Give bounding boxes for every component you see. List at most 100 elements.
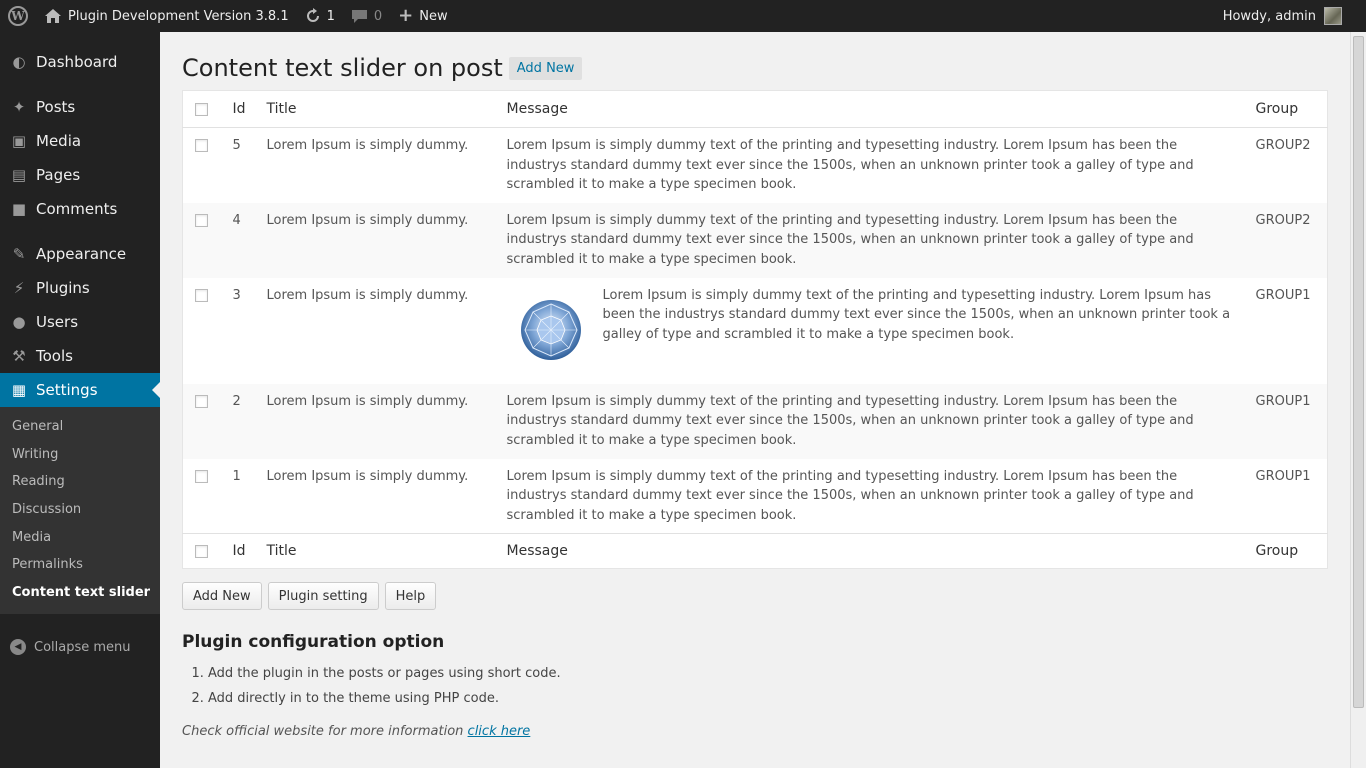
submenu-content-text-slider[interactable]: Content text slider xyxy=(0,579,160,607)
select-all-footer-cell xyxy=(182,533,223,569)
site-title: Plugin Development Version 3.8.1 xyxy=(68,8,289,24)
new-content-link[interactable]: + New xyxy=(390,0,455,32)
main-content: Content text slider on post Add New Id T… xyxy=(182,32,1328,739)
menu-label: Settings xyxy=(36,381,98,399)
slider-list-table: Id Title Message Group 5 Lorem Ipsum is … xyxy=(182,90,1328,569)
refresh-icon xyxy=(306,8,319,22)
add-new-button[interactable]: Add New xyxy=(182,582,262,610)
select-all-checkbox[interactable] xyxy=(195,102,208,116)
config-heading: Plugin configuration option xyxy=(182,632,445,652)
row-checkbox[interactable] xyxy=(195,394,208,408)
config-note: Check official website for more informat… xyxy=(182,724,1328,739)
comment-icon: ■ xyxy=(11,200,27,218)
menu-pages[interactable]: ▤ Pages xyxy=(0,158,160,192)
site-name-link[interactable]: Plugin Development Version 3.8.1 xyxy=(36,0,297,32)
menu-posts[interactable]: ✦ Posts xyxy=(0,90,160,124)
plugin-setting-button[interactable]: Plugin setting xyxy=(267,582,379,610)
comments-count: 0 xyxy=(373,8,383,24)
submenu-reading[interactable]: Reading xyxy=(0,468,160,496)
howdy-text: Howdy, admin xyxy=(1222,8,1316,24)
menu-label: Posts xyxy=(36,98,76,116)
row-checkbox-cell xyxy=(183,278,223,384)
submenu-general[interactable]: General xyxy=(0,413,160,441)
row-checkbox-cell xyxy=(183,203,223,278)
wordpress-logo-menu[interactable]: W xyxy=(0,0,36,32)
collapse-menu-button[interactable]: ◀ Collapse menu xyxy=(0,632,160,662)
row-checkbox-cell xyxy=(183,384,223,459)
row-message: Lorem Ipsum is simply dummy text of the … xyxy=(602,287,1231,342)
my-account-menu[interactable]: Howdy, admin xyxy=(1223,7,1366,25)
row-checkbox[interactable] xyxy=(195,469,208,483)
menu-tools[interactable]: ⚒ Tools xyxy=(0,339,160,373)
user-icon: ● xyxy=(12,313,26,331)
select-all-footer-checkbox[interactable] xyxy=(195,544,208,558)
row-checkbox[interactable] xyxy=(195,139,208,152)
wrench-icon: ⚒ xyxy=(12,347,26,365)
menu-comments[interactable]: ■ Comments xyxy=(0,192,160,226)
updates-count: 1 xyxy=(326,8,335,24)
menu-dashboard[interactable]: ◐ Dashboard xyxy=(0,45,160,79)
avatar xyxy=(1324,7,1342,25)
row-group: GROUP1 xyxy=(1255,468,1311,484)
table-row: 3 Lorem Ipsum is simply dummy. Lorem Ips… xyxy=(183,278,1328,384)
config-step: Add the plugin in the posts or pages usi… xyxy=(208,666,1328,691)
menu-label: Comments xyxy=(36,200,118,218)
footer-header-id[interactable]: Id xyxy=(222,533,257,569)
row-message-cell: Lorem Ipsum is simply dummy text of the … xyxy=(497,278,1246,384)
row-title: Lorem Ipsum is simply dummy. xyxy=(266,468,469,484)
menu-appearance[interactable]: ✎ Appearance xyxy=(0,237,160,271)
menu-plugins[interactable]: ⚡ Plugins xyxy=(0,271,160,305)
menu-label: Tools xyxy=(36,347,73,365)
column-header-message[interactable]: Message xyxy=(496,90,1246,128)
config-step: Add directly in to the theme using PHP c… xyxy=(208,691,1328,716)
footer-header-title[interactable]: Title xyxy=(256,533,497,569)
page-scrollbar[interactable] xyxy=(1350,32,1366,768)
column-header-title[interactable]: Title xyxy=(256,90,497,128)
help-button[interactable]: Help xyxy=(384,582,437,610)
column-header-id[interactable]: Id xyxy=(222,90,257,128)
settings-icon: ▦ xyxy=(11,381,27,399)
row-title: Lorem Ipsum is simply dummy. xyxy=(266,212,469,228)
action-buttons: Add New Plugin setting Help xyxy=(182,582,1328,610)
row-checkbox[interactable] xyxy=(195,288,208,302)
settings-submenu: General Writing Reading Discussion Media… xyxy=(0,407,160,615)
row-id: 5 xyxy=(232,138,241,153)
row-title: Lorem Ipsum is simply dummy. xyxy=(266,287,469,303)
menu-users[interactable]: ● Users xyxy=(0,305,160,339)
footer-header-message[interactable]: Message xyxy=(496,533,1246,569)
row-checkbox[interactable] xyxy=(195,213,208,227)
row-checkbox-cell xyxy=(183,459,223,534)
column-header-group[interactable]: Group xyxy=(1245,90,1328,128)
admin-bar: W Plugin Development Version 3.8.1 1 0 +… xyxy=(0,0,1366,32)
row-title: Lorem Ipsum is simply dummy. xyxy=(266,393,469,409)
menu-settings[interactable]: ▦ Settings xyxy=(0,373,160,407)
footer-header-group[interactable]: Group xyxy=(1245,533,1328,569)
table-footer-row: Id Title Message Group xyxy=(182,533,1328,569)
menu-media[interactable]: ▣ Media xyxy=(0,124,160,158)
submenu-permalinks[interactable]: Permalinks xyxy=(0,551,160,579)
message-with-image: Lorem Ipsum is simply dummy text of the … xyxy=(507,286,1236,374)
comment-icon xyxy=(351,9,367,23)
row-id: 4 xyxy=(232,212,241,228)
official-website-link[interactable]: click here xyxy=(468,724,531,739)
plus-icon: + xyxy=(398,5,414,26)
row-group: GROUP2 xyxy=(1255,212,1311,228)
dashboard-icon: ◐ xyxy=(12,53,26,71)
menu-label: Users xyxy=(36,313,79,331)
scrollbar-thumb[interactable] xyxy=(1353,36,1364,708)
updates-link[interactable]: 1 xyxy=(297,0,343,32)
table-row: 1 Lorem Ipsum is simply dummy. Lorem Ips… xyxy=(183,459,1328,534)
add-new-header-button[interactable]: Add New xyxy=(508,56,583,80)
wordpress-logo-icon: W xyxy=(8,6,28,26)
row-message: Lorem Ipsum is simply dummy text of the … xyxy=(506,138,1194,192)
menu-label: Media xyxy=(36,132,82,150)
row-message: Lorem Ipsum is simply dummy text of the … xyxy=(506,212,1194,267)
row-title: Lorem Ipsum is simply dummy. xyxy=(266,138,469,153)
submenu-media[interactable]: Media xyxy=(0,523,160,551)
row-id: 1 xyxy=(232,468,241,484)
collapse-arrow-icon: ◀ xyxy=(10,639,26,656)
submenu-writing[interactable]: Writing xyxy=(0,441,160,469)
comments-link[interactable]: 0 xyxy=(343,0,390,32)
submenu-discussion[interactable]: Discussion xyxy=(0,496,160,524)
row-id: 3 xyxy=(232,287,241,303)
